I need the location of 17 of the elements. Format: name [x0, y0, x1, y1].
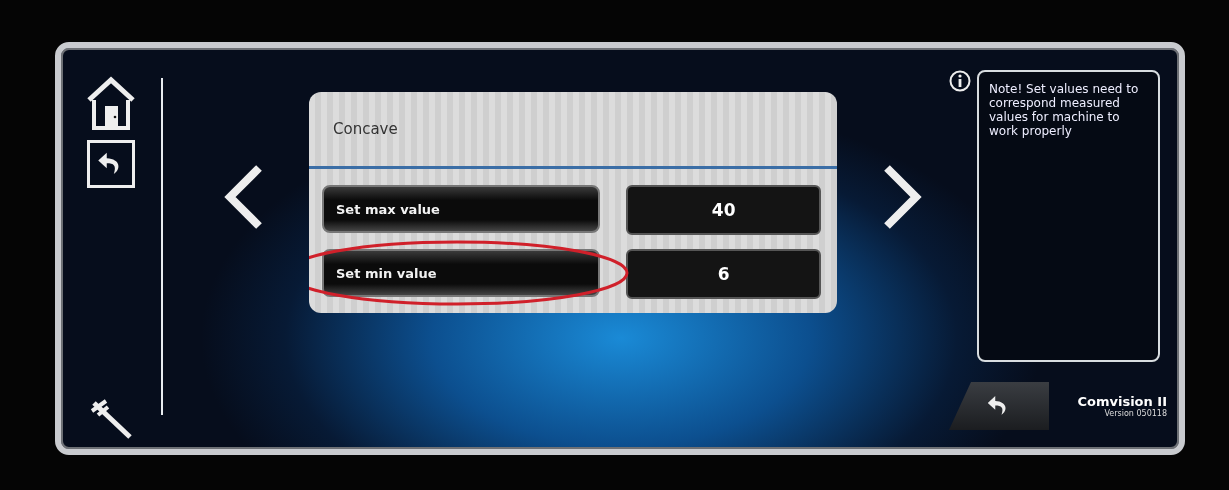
- brand-name: Comvision II: [1077, 394, 1167, 409]
- home-button[interactable]: [85, 76, 137, 132]
- measure-button[interactable]: [88, 397, 134, 441]
- version-text: Version 050118: [1104, 409, 1167, 418]
- value-field[interactable]: 6: [626, 249, 821, 299]
- return-button[interactable]: [949, 382, 1049, 430]
- card-title: Concave: [333, 120, 398, 138]
- next-button[interactable]: [881, 164, 923, 230]
- caliper-icon: [88, 397, 134, 441]
- info-icon[interactable]: [949, 70, 971, 92]
- set-value-button[interactable]: Set max value: [322, 185, 601, 233]
- back-button[interactable]: [87, 140, 135, 188]
- previous-button[interactable]: [223, 164, 265, 230]
- note-text: Note! Set values need to correspond measured values for machine to work properly: [989, 82, 1140, 138]
- value-field[interactable]: 40: [626, 185, 821, 235]
- set-value-button[interactable]: Set min value: [322, 249, 601, 297]
- home-icon: [85, 76, 137, 132]
